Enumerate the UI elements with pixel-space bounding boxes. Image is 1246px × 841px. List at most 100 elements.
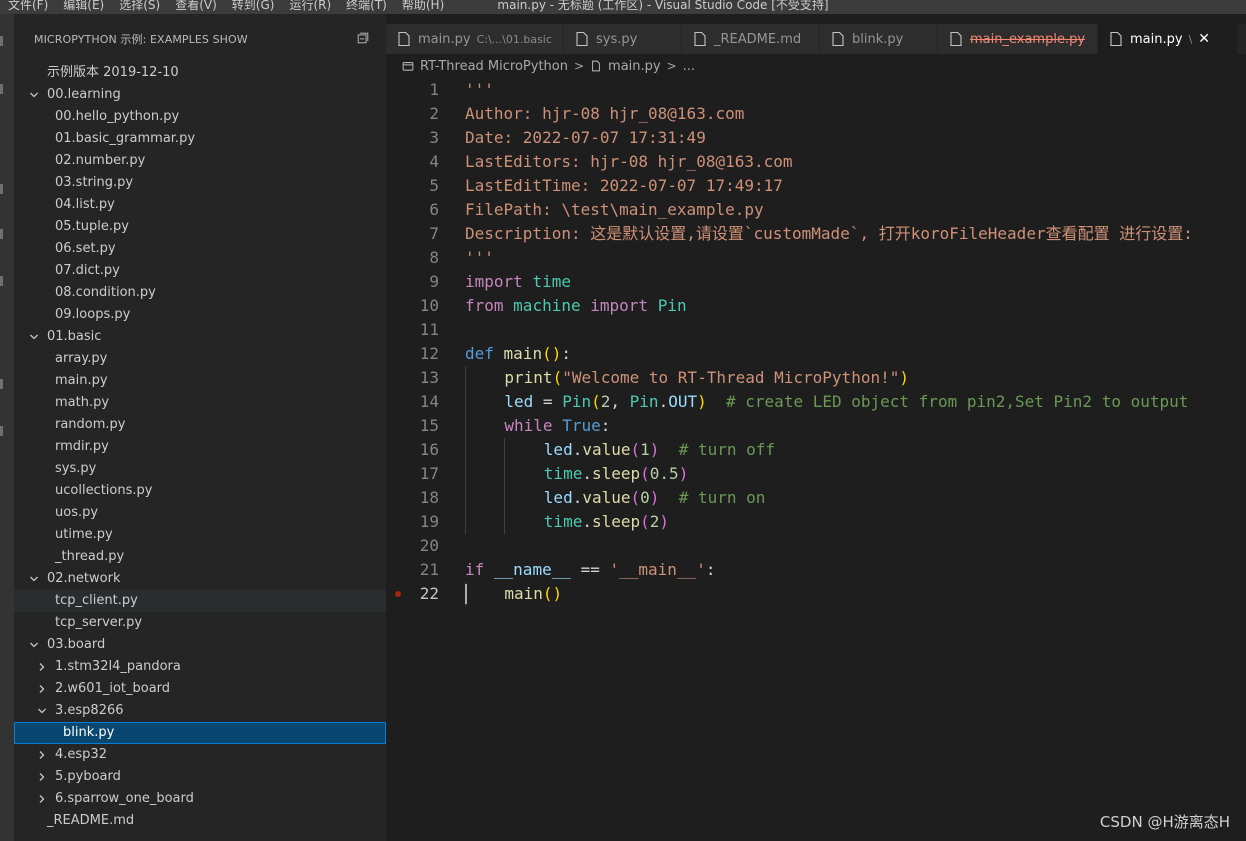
activity-scm-icon[interactable] (0, 184, 3, 194)
tree-file[interactable]: 06.set.py (14, 238, 386, 260)
code-line[interactable]: 14 led = Pin(2, Pin.OUT) # create LED obj… (386, 390, 1246, 414)
tree-file[interactable]: uos.py (14, 502, 386, 524)
code-line[interactable]: 20 (386, 534, 1246, 558)
activity-debug-icon[interactable] (0, 229, 3, 239)
tree-file[interactable]: 01.basic_grammar.py (14, 128, 386, 150)
code-text: print("Welcome to RT-Thread MicroPython!… (504, 366, 909, 390)
tree-file[interactable]: 08.condition.py (14, 282, 386, 304)
tree-folder[interactable]: 01.basic (14, 326, 386, 348)
breadcrumb-folder[interactable]: RT-Thread MicroPython (420, 59, 568, 74)
code-line[interactable]: 22 main() (386, 582, 1246, 606)
activity-remote-icon[interactable] (0, 379, 3, 389)
code-line[interactable]: 4 LastEditors: hjr-08 hjr_08@163.com (386, 150, 1246, 174)
tree-file[interactable]: 示例版本 2019-12-10 (14, 62, 386, 84)
tree-file[interactable]: 00.hello_python.py (14, 106, 386, 128)
code-token: ( (640, 512, 650, 531)
editor-tab[interactable]: sys.py (564, 24, 682, 54)
activity-explorer-icon[interactable] (0, 36, 3, 46)
tree-folder[interactable]: 03.board (14, 634, 386, 656)
indent-guide (504, 510, 506, 534)
tree-file[interactable]: 03.string.py (14, 172, 386, 194)
code-line[interactable]: 16 led.value(1) # turn off (386, 438, 1246, 462)
tree-folder[interactable]: 4.esp32 (14, 744, 386, 766)
code-line[interactable]: 18 led.value(0) # turn on (386, 486, 1246, 510)
chevron-down-icon[interactable] (36, 700, 48, 722)
tree-file[interactable]: blink.py (14, 722, 386, 744)
tree-folder[interactable]: 3.esp8266 (14, 700, 386, 722)
editor-tab[interactable]: _README.md (682, 24, 820, 54)
breadcrumb-file[interactable]: main.py (608, 59, 661, 74)
activity-rt-thread-icon[interactable] (0, 426, 3, 436)
code-line[interactable]: 2 Author: hjr-08 hjr_08@163.com (386, 102, 1246, 126)
code-line[interactable]: 10 from machine import Pin (386, 294, 1246, 318)
editor-tab[interactable]: main_example.py (938, 24, 1098, 54)
tree-file[interactable]: sys.py (14, 458, 386, 480)
chevron-right-icon[interactable] (36, 656, 48, 678)
activity-search-icon[interactable] (0, 84, 3, 94)
code-token: import (465, 272, 523, 291)
code-token: print (504, 368, 553, 387)
close-icon[interactable]: ✕ (1198, 31, 1210, 47)
tree-file[interactable]: rmdir.py (14, 436, 386, 458)
chevron-down-icon[interactable] (28, 634, 40, 656)
chevron-down-icon[interactable] (28, 568, 40, 590)
code-line[interactable]: 15 while True: (386, 414, 1246, 438)
tree-file[interactable]: ucollections.py (14, 480, 386, 502)
tree-folder[interactable]: 6.sparrow_one_board (14, 788, 386, 810)
code-line[interactable]: 17 time.sleep(0.5) (386, 462, 1246, 486)
editor-tab[interactable]: blink.py (820, 24, 938, 54)
tree-file[interactable]: 07.dict.py (14, 260, 386, 282)
tree-file[interactable]: tcp_server.py (14, 612, 386, 634)
line-number: 17 (419, 464, 439, 483)
code-line[interactable]: 11 (386, 318, 1246, 342)
activity-extensions-icon[interactable] (0, 276, 3, 286)
tree-file[interactable]: 09.loops.py (14, 304, 386, 326)
tree-file[interactable]: _thread.py (14, 546, 386, 568)
code-token: ) (659, 512, 670, 531)
tree-file[interactable]: _README.md (14, 810, 386, 832)
code-line[interactable]: 6 FilePath: \test\main_example.py (386, 198, 1246, 222)
chevron-right-icon[interactable] (36, 678, 48, 700)
code-token: ( (591, 392, 601, 411)
code-line[interactable]: 9 import time (386, 270, 1246, 294)
code-editor[interactable]: 1 ''' 2 Author: hjr-08 hjr_08@163.com 3 Date:… (386, 78, 1246, 841)
chevron-down-icon[interactable] (28, 326, 40, 348)
chevron-right-icon[interactable] (36, 766, 48, 788)
code-line[interactable]: 12 def main(): (386, 342, 1246, 366)
tree-file[interactable]: 04.list.py (14, 194, 386, 216)
tree-file[interactable]: math.py (14, 392, 386, 414)
tree-file[interactable]: 02.number.py (14, 150, 386, 172)
code-line[interactable]: 8 ''' (386, 246, 1246, 270)
editor-tab[interactable]: main.py C:\...\01.basic (386, 24, 564, 54)
code-line[interactable]: 19 time.sleep(2) (386, 510, 1246, 534)
tree-folder[interactable]: 5.pyboard (14, 766, 386, 788)
tree-folder[interactable]: 1.stm32l4_pandora (14, 656, 386, 678)
chevron-down-icon[interactable] (28, 84, 40, 106)
tree-file[interactable]: array.py (14, 348, 386, 370)
tree-folder[interactable]: 00.learning (14, 84, 386, 106)
code-text: Author: hjr-08 hjr_08@163.com (465, 102, 744, 126)
indent-guide (504, 438, 506, 462)
tree-file[interactable]: main.py (14, 370, 386, 392)
editor-tab[interactable]: main.py \ ✕ (1098, 24, 1238, 54)
tree-file[interactable]: tcp_client.py (14, 590, 386, 612)
code-line[interactable]: 7 Description: 这是默认设置,请设置`customMade`, 打开… (386, 222, 1246, 246)
code-token: main (503, 344, 543, 363)
code-line[interactable]: 3 Date: 2022-07-07 17:31:49 (386, 126, 1246, 150)
tree-file[interactable]: random.py (14, 414, 386, 436)
collapse-all-icon[interactable] (356, 31, 370, 45)
code-line[interactable]: 1 ''' (386, 78, 1246, 102)
activity-bar (0, 14, 14, 841)
code-line[interactable]: 21 if __name__ == '__main__': (386, 558, 1246, 582)
code-line[interactable]: 13 print("Welcome to RT-Thread MicroPytho… (386, 366, 1246, 390)
chevron-right-icon[interactable] (36, 744, 48, 766)
code-text: Description: 这是默认设置,请设置`customMade`, 打开k… (465, 222, 1193, 246)
tree-file[interactable]: 05.tuple.py (14, 216, 386, 238)
breadcrumb-symbols[interactable]: ... (683, 59, 695, 74)
code-line[interactable]: 5 LastEditTime: 2022-07-07 17:49:17 (386, 174, 1246, 198)
code-text: def main(): (465, 342, 571, 366)
tree-folder[interactable]: 02.network (14, 568, 386, 590)
tree-folder[interactable]: 2.w601_iot_board (14, 678, 386, 700)
tree-file[interactable]: utime.py (14, 524, 386, 546)
chevron-right-icon[interactable] (36, 788, 48, 810)
